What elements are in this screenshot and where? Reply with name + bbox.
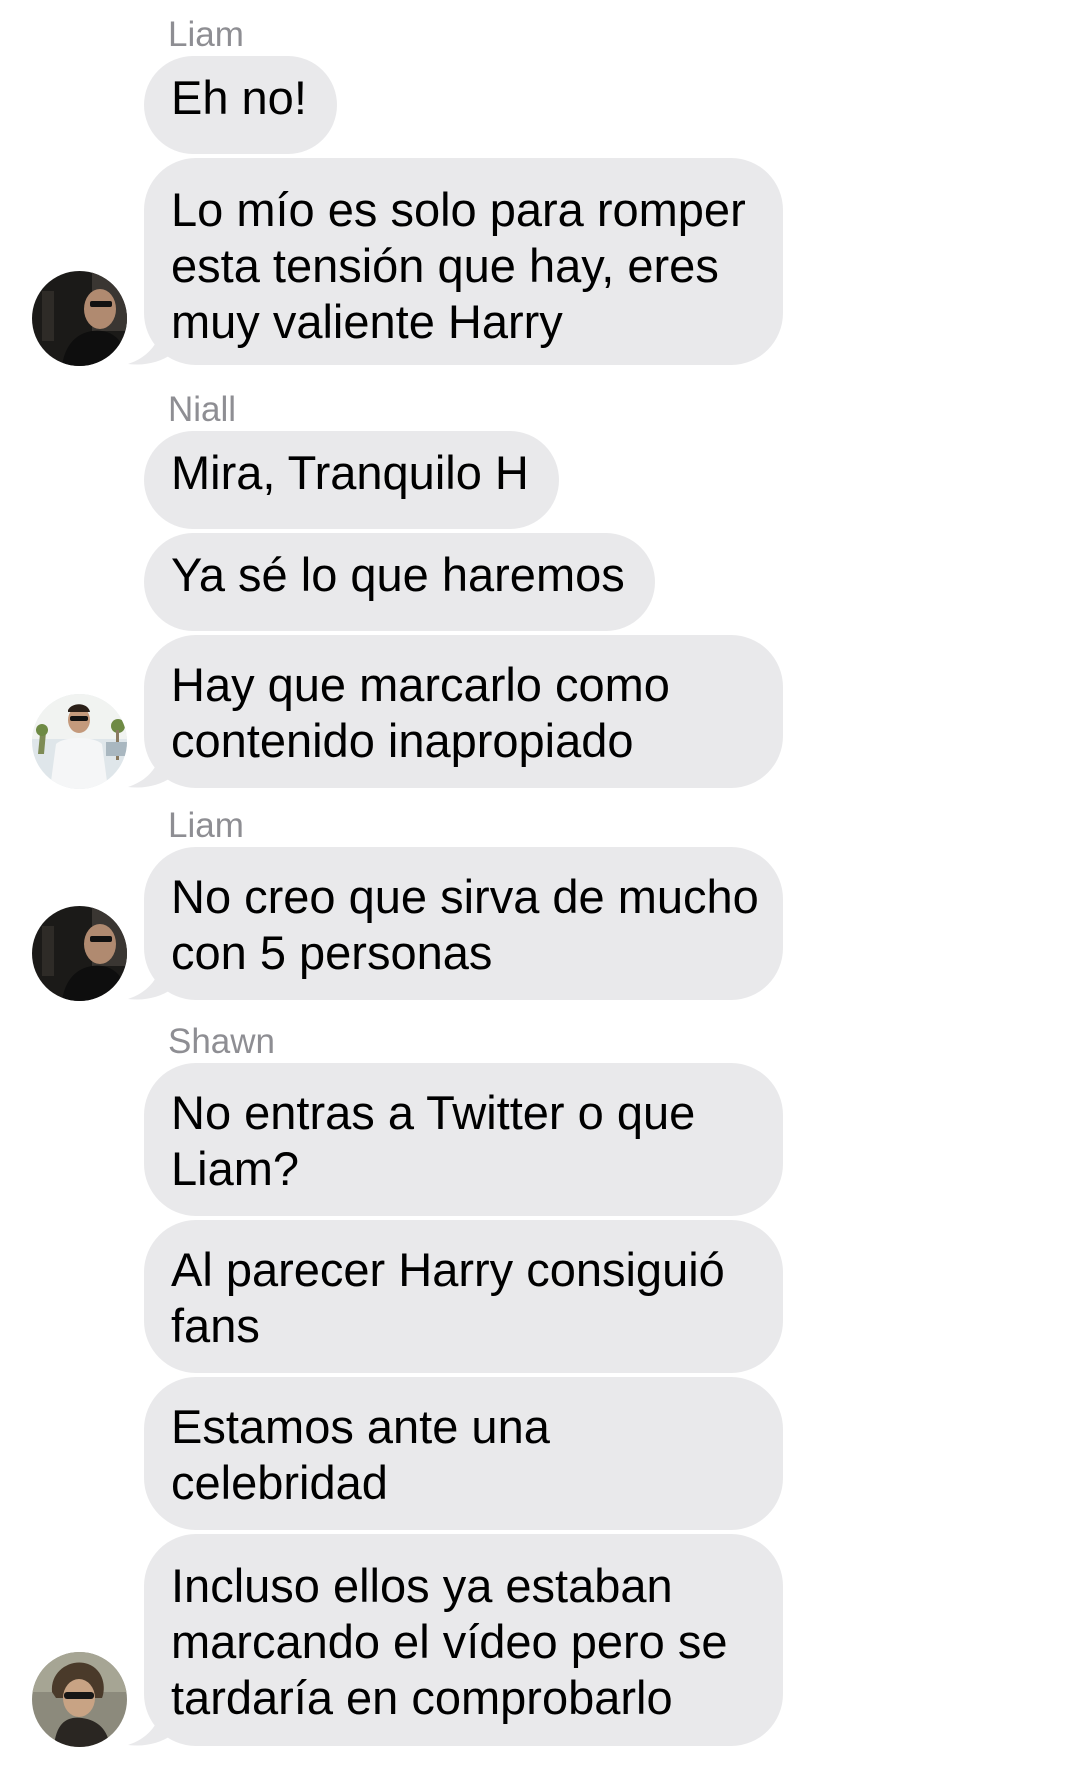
liam-avatar[interactable] bbox=[32, 271, 127, 366]
sender-name-niall: Niall bbox=[168, 390, 237, 429]
message-bubble[interactable]: Lo mío es solo para romper esta tensión q… bbox=[144, 158, 783, 365]
liam-avatar[interactable] bbox=[32, 906, 127, 1001]
sender-name-liam: Liam bbox=[168, 15, 244, 54]
message-bubble[interactable]: Incluso ellos ya estaban marcando el víde… bbox=[144, 1534, 783, 1746]
sender-name-liam: Liam bbox=[168, 806, 244, 845]
message-bubble[interactable]: Al parecer Harry consiguió fans bbox=[144, 1220, 783, 1373]
message-bubble[interactable]: Hay que marcarlo como contenido inapropia… bbox=[144, 635, 783, 788]
message-bubble[interactable]: Ya sé lo que haremos bbox=[144, 533, 655, 631]
shawn-avatar[interactable] bbox=[32, 1652, 127, 1747]
niall-avatar[interactable] bbox=[32, 694, 127, 789]
message-bubble[interactable]: No entras a Twitter o que Liam? bbox=[144, 1063, 783, 1216]
message-bubble[interactable]: Estamos ante una celebridad bbox=[144, 1377, 783, 1530]
message-bubble[interactable]: No creo que sirva de mucho con 5 personas bbox=[144, 847, 783, 1000]
message-bubble[interactable]: Mira, Tranquilo H bbox=[144, 431, 559, 529]
sender-name-shawn: Shawn bbox=[168, 1022, 276, 1061]
message-bubble[interactable]: Eh no! bbox=[144, 56, 337, 154]
